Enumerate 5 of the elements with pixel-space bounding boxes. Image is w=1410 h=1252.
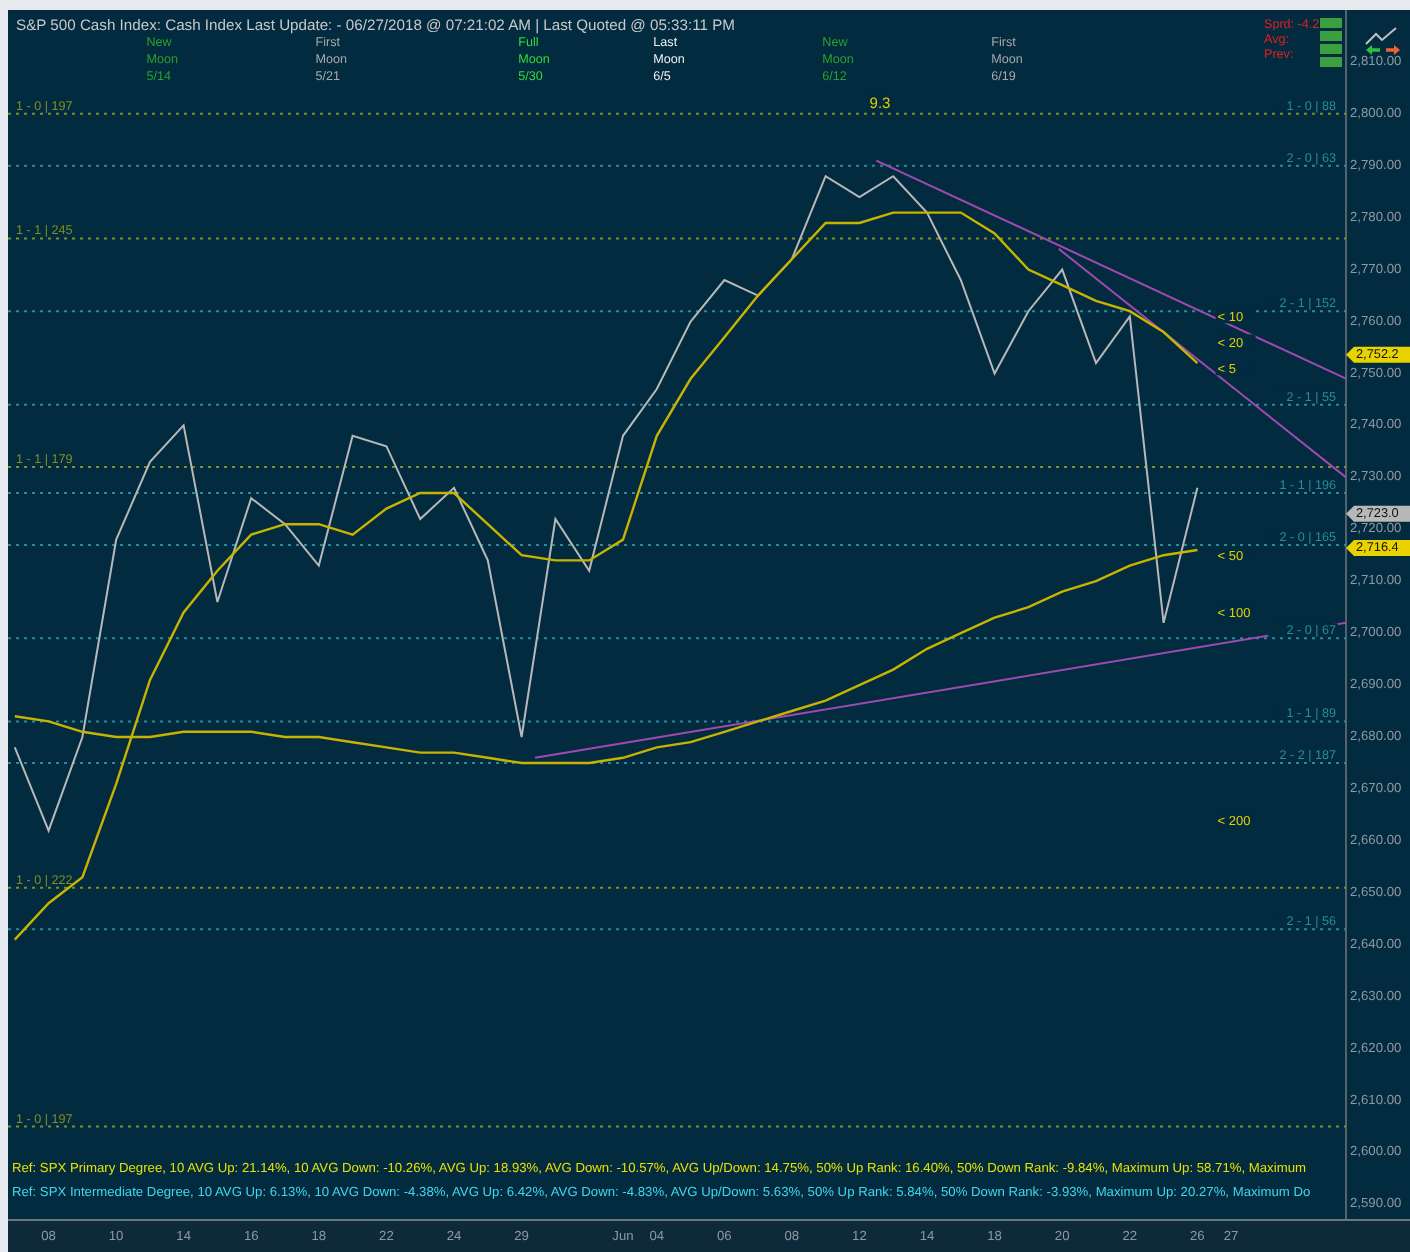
status-badge xyxy=(1320,44,1342,54)
status-badge xyxy=(1320,31,1342,41)
chart-arrows-icon[interactable] xyxy=(1365,27,1400,55)
status-badge xyxy=(1320,57,1342,67)
status-badge xyxy=(1320,18,1342,28)
